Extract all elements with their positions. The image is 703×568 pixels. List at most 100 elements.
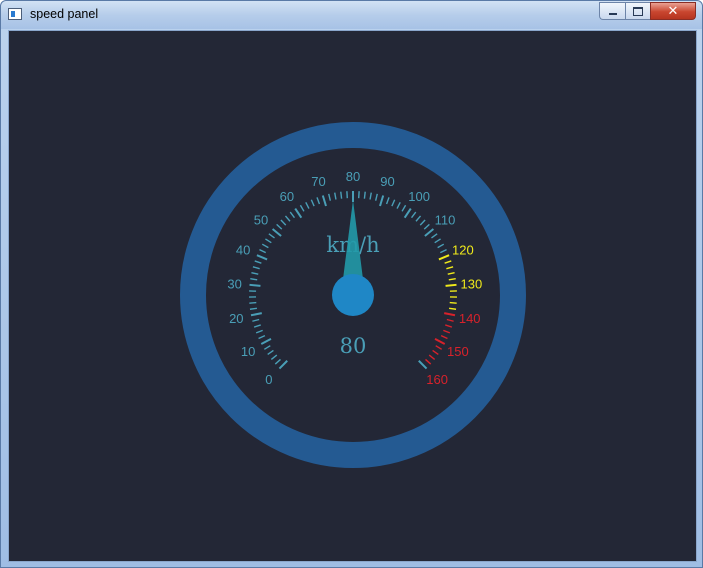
window-controls: ✕ [599,2,696,21]
minor-tick [440,334,448,340]
minor-tick [443,329,451,334]
minor-tick [391,199,396,207]
major-tick [438,254,450,261]
minor-tick [265,238,272,244]
minor-tick [249,301,257,304]
minor-tick [396,202,401,209]
minor-tick [258,334,266,340]
minor-tick [316,197,321,205]
scale-label: 30 [227,276,241,291]
minor-tick [447,272,455,275]
minor-tick [289,211,296,219]
minor-tick [432,349,439,356]
scale-label: 100 [408,189,430,204]
minor-tick [310,199,315,207]
major-tick [260,337,272,345]
minor-tick [448,278,456,281]
minor-tick [263,345,271,350]
major-tick [294,207,303,219]
minor-tick [415,215,422,222]
minor-tick [249,307,258,310]
title-bar[interactable]: speed panel ✕ [1,1,702,29]
scale-label: 140 [459,311,481,326]
scale-label: 160 [426,372,448,387]
app-window: speed panel ✕ 0 10 20 30 40 50 60 70 80 90 100 110 1… [0,0,703,568]
minor-tick [434,238,441,244]
close-button[interactable]: ✕ [650,2,696,20]
scale-label: 50 [254,213,268,228]
major-tick [379,195,385,207]
minor-tick [328,193,332,201]
minor-tick [255,329,263,334]
minor-tick [448,307,457,310]
minor-tick [267,349,274,356]
scale-label: 150 [447,344,469,359]
minor-tick [385,197,390,205]
scale-label: 10 [241,344,255,359]
minimize-button[interactable] [599,2,625,20]
major-tick [418,360,428,370]
minor-tick [299,204,305,212]
minor-tick [431,233,438,239]
minor-tick [254,260,262,264]
minor-tick [449,301,457,304]
minor-tick [334,192,337,200]
maximize-icon [633,6,643,16]
minor-tick [425,358,432,365]
speed-panel-canvas: 0 10 20 30 40 50 60 70 80 90 100 110 120 130 140 150 160… [8,30,697,562]
minor-tick [252,266,260,270]
scale-label: 80 [346,169,360,184]
scale-label: 0 [265,372,272,387]
major-tick [434,337,446,345]
scale-label: 60 [280,189,294,204]
scale-label: 70 [311,174,325,189]
minimize-icon [608,13,617,15]
minor-tick [428,354,436,360]
minor-tick [363,191,366,199]
minor-tick [268,233,275,239]
minor-tick [437,243,445,249]
major-tick [445,283,457,287]
minor-tick [305,202,310,209]
minor-tick [401,204,407,212]
maximize-button[interactable] [625,2,650,20]
scale-label: 40 [236,243,250,258]
minor-tick [280,219,287,226]
minor-tick [410,211,417,219]
needle-hub [332,274,374,316]
minor-tick [284,215,291,222]
major-tick [278,360,288,370]
minor-tick [444,260,452,264]
major-tick [444,312,456,317]
minor-tick [340,191,343,199]
minor-tick [423,223,430,230]
major-tick [321,195,327,207]
window-title: speed panel [30,7,99,21]
speed-value-readout: 80 [340,334,367,358]
minor-tick [369,192,372,200]
minor-tick [251,272,259,275]
scale-label: 90 [380,174,394,189]
minor-tick [374,193,378,201]
major-tick [424,228,435,237]
major-tick [403,207,412,219]
minor-tick [435,345,443,350]
scale-label: 20 [229,311,243,326]
minor-tick [439,248,447,254]
minor-tick [259,248,267,254]
major-tick [249,283,261,287]
scale-label: 120 [452,243,474,258]
speedometer-gauge: 0 10 20 30 40 50 60 70 80 90 100 110 120 130 140 150 160… [180,122,526,468]
minor-tick [274,358,281,365]
minor-tick [252,318,260,322]
minor-tick [253,324,261,328]
major-tick [250,312,262,317]
minor-tick [250,278,258,281]
minor-tick [276,223,283,230]
major-tick [256,254,268,261]
scale-label: 130 [461,276,483,291]
minor-tick [445,324,453,328]
close-icon: ✕ [667,3,679,19]
scale-label: 110 [435,213,456,228]
minor-tick [270,354,278,360]
